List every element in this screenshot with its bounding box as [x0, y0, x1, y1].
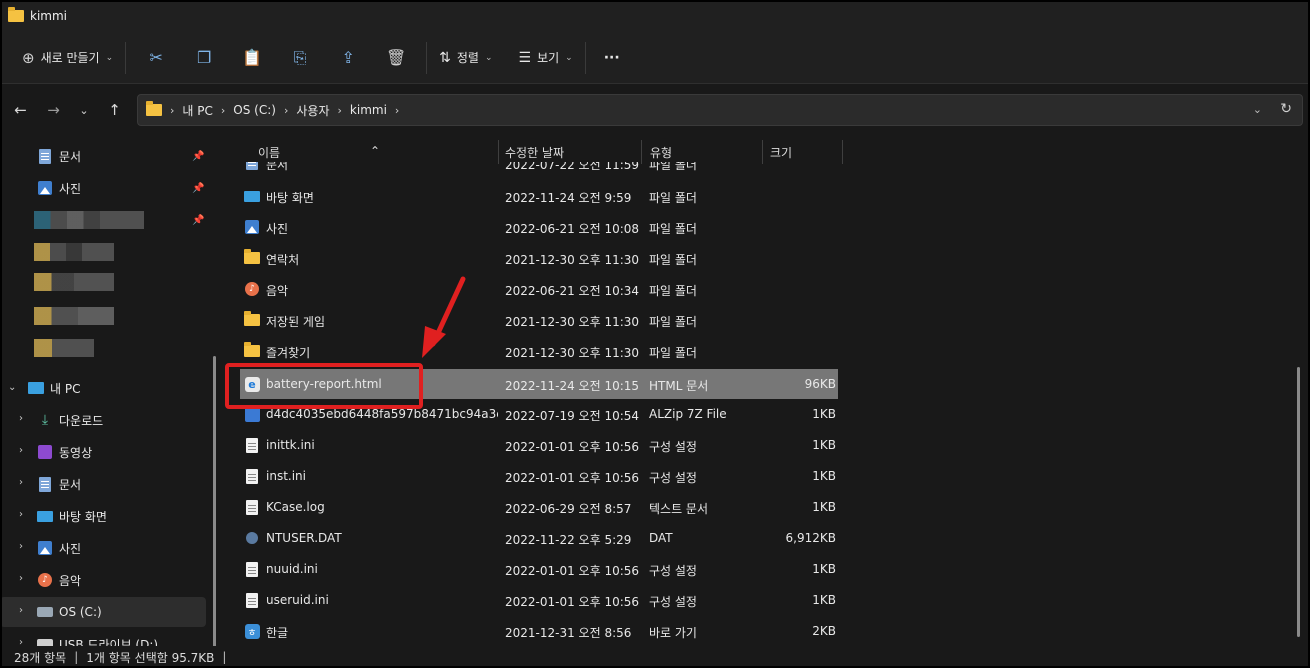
- annotation-arrow: [422, 276, 466, 358]
